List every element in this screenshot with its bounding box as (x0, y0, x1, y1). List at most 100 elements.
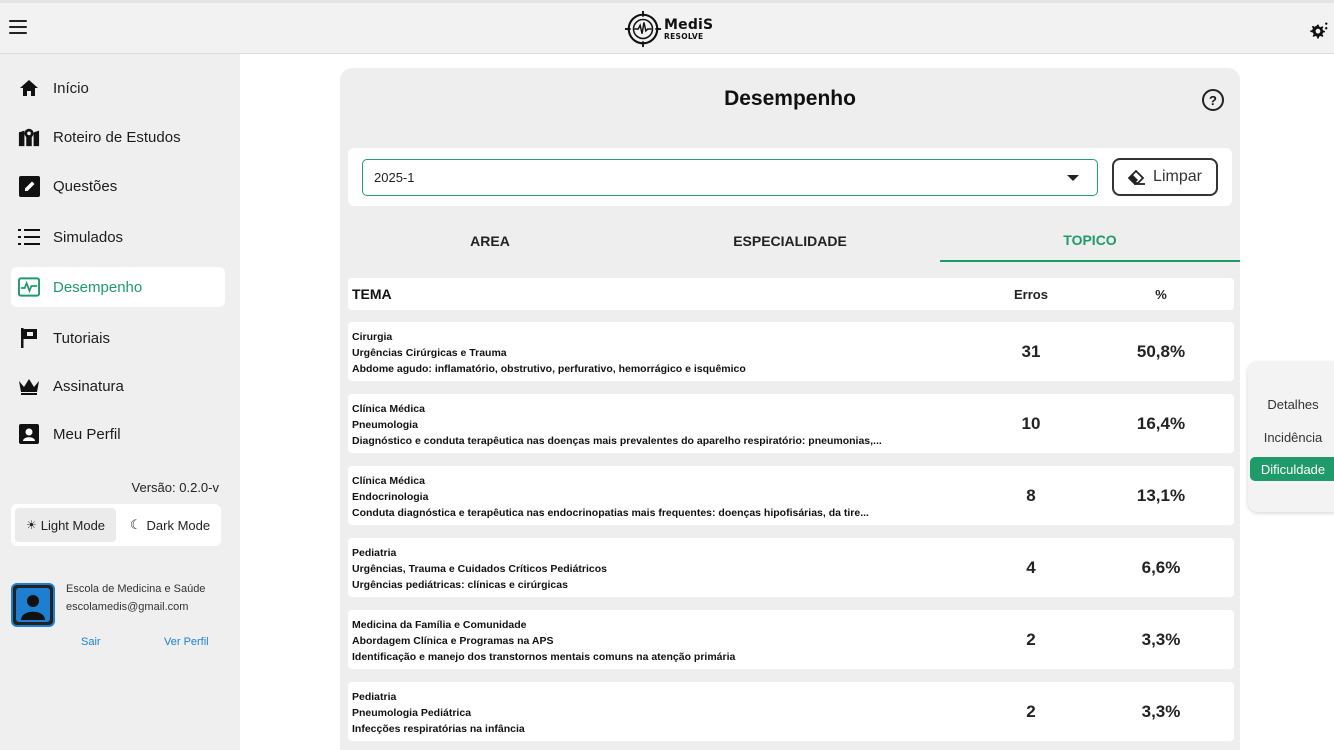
row-topico: Conduta diagnóstica e terapêutica nas en… (352, 507, 869, 519)
logo-subtitle: RESOLVE (664, 31, 704, 41)
version-label: Versão: 0.2.0-v (131, 480, 219, 495)
sidebar-item-label: Meu Perfil (53, 425, 121, 443)
chart-icon (18, 276, 40, 298)
sidebar-item-questoes[interactable]: Questões (11, 166, 225, 206)
tab-topico[interactable]: TOPICO (940, 220, 1240, 262)
period-select-value: 2025-1 (374, 170, 415, 185)
period-select[interactable]: 2025-1 (362, 159, 1098, 196)
row-area: Pediatria (352, 691, 397, 703)
row-area: Pediatria (352, 547, 397, 559)
tab-dificuldade[interactable]: Dificuldade (1250, 457, 1334, 481)
sidebar-item-roteiro[interactable]: Roteiro de Estudos (11, 117, 225, 157)
row-topico: Diagnóstico e conduta terapêutica nas do… (352, 435, 882, 447)
tab-detalhes[interactable]: Detalhes (1250, 392, 1334, 416)
sidebar-item-label: Simulados (53, 228, 124, 246)
table-row[interactable]: Clínica Médica Pneumologia Diagnóstico e… (348, 394, 1234, 453)
row-erros: 4 (1026, 558, 1036, 577)
tab-area[interactable]: AREA (340, 220, 640, 262)
view-profile-link[interactable]: Ver Perfil (164, 636, 209, 648)
sidebar-item-inicio[interactable]: Início (11, 68, 225, 108)
row-percent: 6,6% (1141, 558, 1181, 577)
logo-title: MediS (664, 16, 714, 33)
tab-incidencia[interactable]: Incidência (1250, 425, 1334, 449)
tab-bar: AREA ESPECIALIDADE TOPICO (340, 220, 1240, 262)
row-especialidade: Urgências, Trauma e Cuidados Críticos Pe… (352, 563, 607, 575)
sun-icon: ☀ (25, 518, 37, 532)
row-erros: 8 (1026, 486, 1036, 505)
performance-panel: Desempenho ? 2025-1 Limpar AREA ESPECIAL… (340, 68, 1240, 750)
row-especialidade: Abordagem Clínica e Programas na APS (352, 635, 554, 647)
flag-icon (18, 327, 40, 349)
eraser-icon (1128, 169, 1146, 185)
profile-icon (18, 423, 40, 445)
sidebar-item-label: Início (53, 79, 89, 97)
home-icon (18, 77, 40, 99)
row-area: Medicina da Família e Comunidade (352, 619, 527, 631)
view-mode-tabs: Detalhes Incidência Dificuldade (1248, 362, 1334, 512)
light-mode-button[interactable]: ☀ Light Mode (15, 508, 116, 542)
logout-link[interactable]: Sair (81, 636, 101, 648)
row-erros: 10 (1021, 414, 1041, 433)
row-especialidade: Pneumologia (352, 419, 418, 431)
row-topico: Identificação e manejo dos transtornos m… (352, 651, 736, 663)
map-marker-icon (18, 126, 40, 148)
row-erros: 2 (1026, 630, 1036, 649)
sidebar-item-label: Tutoriais (53, 329, 110, 347)
sidebar-item-label: Questões (53, 177, 118, 195)
profile-name: Escola de Medicina e Saúde (66, 583, 206, 595)
edit-icon (18, 175, 40, 197)
row-topico: Infecções respiratórias na infância (352, 723, 525, 735)
dark-mode-label: Dark Mode (146, 517, 211, 533)
top-app-bar: MediS RESOLVE (0, 0, 1334, 54)
column-header-tema: TEMA (352, 286, 392, 302)
gear-icon[interactable] (1307, 20, 1329, 42)
dark-mode-button[interactable]: ☾ Dark Mode (123, 508, 217, 542)
table-row[interactable]: Pediatria Pneumologia Pediátrica Infecçõ… (348, 682, 1234, 741)
row-percent: 13,1% (1136, 486, 1186, 505)
filter-bar: 2025-1 Limpar (348, 148, 1232, 206)
row-percent: 3,3% (1141, 702, 1181, 721)
table-row[interactable]: Pediatria Urgências, Trauma e Cuidados C… (348, 538, 1234, 597)
row-area: Cirurgia (352, 331, 393, 343)
row-area: Clínica Médica (352, 403, 425, 415)
row-topico: Abdome agudo: inflamatório, obstrutivo, … (352, 363, 746, 375)
page-title: Desempenho (724, 87, 856, 110)
sidebar-item-label: Assinatura (53, 377, 124, 395)
table-row[interactable]: Clínica Médica Endocrinologia Conduta di… (348, 466, 1234, 525)
sidebar-item-simulados[interactable]: Simulados (11, 217, 225, 257)
theme-toggle: ☀ Light Mode ☾ Dark Mode (11, 504, 221, 546)
app-logo: MediS RESOLVE (624, 9, 713, 49)
clear-button-label: Limpar (1153, 168, 1202, 185)
row-area: Clínica Médica (352, 475, 425, 487)
sidebar: Início Roteiro de Estudos Questões Simul… (0, 54, 240, 750)
clear-button[interactable]: Limpar (1112, 158, 1218, 196)
row-topico: Urgências pediátricas: clínicas e cirúrg… (352, 579, 568, 591)
avatar[interactable] (11, 583, 55, 627)
row-percent: 16,4% (1136, 414, 1186, 433)
light-mode-label: Light Mode (40, 517, 106, 533)
table-row[interactable]: Cirurgia Urgências Cirúrgicas e Trauma A… (348, 322, 1234, 381)
sidebar-item-desempenho[interactable]: Desempenho (11, 267, 225, 307)
table-header: TEMA Erros % (348, 278, 1234, 310)
sidebar-item-meu-perfil[interactable]: Meu Perfil (11, 414, 225, 454)
table-row[interactable]: Medicina da Família e Comunidade Abordag… (348, 610, 1234, 669)
row-especialidade: Urgências Cirúrgicas e Trauma (352, 347, 507, 359)
sidebar-item-tutoriais[interactable]: Tutoriais (11, 318, 225, 358)
column-header-erros: Erros (1014, 287, 1048, 302)
profile-email: escolamedis@gmail.com (66, 601, 189, 613)
crown-icon (18, 375, 40, 397)
sidebar-item-label: Desempenho (53, 278, 143, 296)
row-erros: 2 (1026, 702, 1036, 721)
logo-mark-icon (624, 10, 662, 48)
help-icon[interactable]: ? (1202, 89, 1224, 111)
column-header-percent: % (1155, 287, 1167, 302)
sidebar-item-label: Roteiro de Estudos (53, 128, 181, 146)
row-percent: 50,8% (1136, 342, 1186, 361)
sidebar-item-assinatura[interactable]: Assinatura (11, 366, 225, 406)
row-percent: 3,3% (1141, 630, 1181, 649)
row-especialidade: Endocrinologia (352, 491, 429, 503)
hamburger-icon[interactable] (9, 20, 27, 34)
list-icon (18, 226, 40, 248)
chevron-down-icon (1067, 175, 1079, 181)
tab-especialidade[interactable]: ESPECIALIDADE (640, 220, 940, 262)
